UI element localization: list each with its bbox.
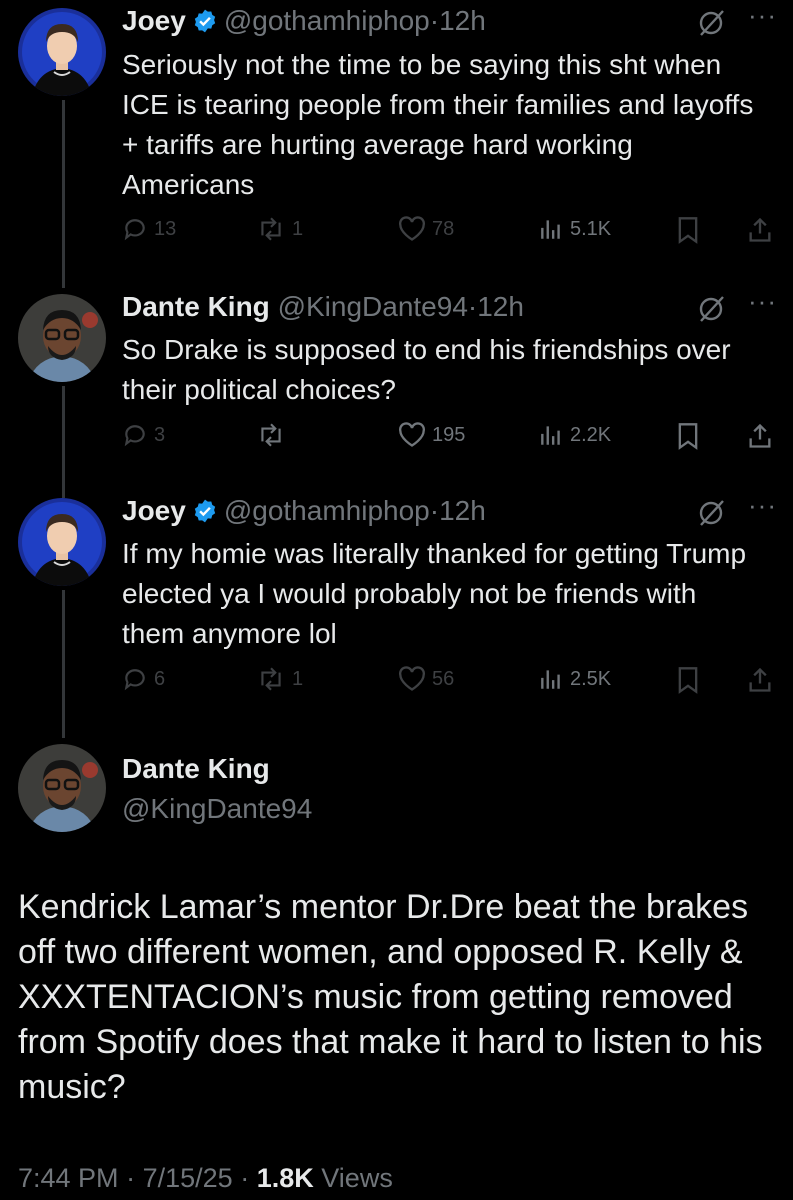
repost-icon — [261, 667, 281, 691]
thread-line — [62, 386, 65, 498]
tweet-header: Joey @gothamhiphop·12h — [122, 4, 486, 42]
like-count: 195 — [432, 423, 466, 446]
repost-icon — [261, 217, 281, 241]
main-author-name[interactable]: Dante King — [122, 753, 270, 785]
action-bar: 13 1 78 5.1K — [122, 216, 782, 252]
avatar-dante-king[interactable] — [18, 744, 106, 832]
author-handle[interactable]: @gothamhiphop — [224, 495, 430, 526]
post-time[interactable]: 12h — [439, 495, 486, 526]
views-icon — [541, 670, 560, 689]
share-icon — [749, 217, 771, 242]
more-icon[interactable]: ··· — [748, 286, 777, 317]
views-count: 2.2K — [570, 423, 612, 446]
tweet-text: If my homie was literally thanked for ge… — [122, 538, 747, 649]
views-button[interactable]: 5.1K — [538, 216, 611, 242]
views-count: 2.5K — [570, 667, 612, 690]
reply-button[interactable]: 6 — [122, 666, 165, 692]
reply-icon — [124, 425, 145, 447]
verified-badge-icon — [192, 498, 218, 532]
post-time[interactable]: 12h — [477, 291, 524, 322]
like-button[interactable]: 78 — [398, 216, 454, 242]
like-icon — [399, 666, 425, 691]
author-name[interactable]: Dante King — [122, 291, 270, 322]
verified-badge-icon — [192, 8, 218, 42]
main-tweet-text: Kendrick Lamar’s mentor Dr.Dre beat the … — [18, 888, 763, 1106]
thread-line — [62, 590, 65, 738]
tweet-text: Seriously not the time to be saying this… — [122, 49, 754, 200]
views-count: 5.1K — [570, 217, 612, 240]
reply-icon — [124, 219, 145, 241]
like-icon — [399, 422, 425, 447]
action-bar: 3 195 2.2K — [122, 422, 782, 458]
bookmark-button[interactable] — [676, 216, 700, 244]
avatar-dante-king[interactable] — [18, 294, 106, 382]
separator-dot: · — [429, 5, 440, 36]
author-name[interactable]: Joey — [122, 495, 186, 526]
separator-dot: · — [429, 495, 440, 526]
reply-count: 13 — [154, 217, 177, 240]
separator-dot: · — [467, 291, 478, 322]
like-icon — [399, 216, 425, 241]
views-total: 1.8K — [256, 1163, 314, 1193]
share-button[interactable] — [746, 422, 774, 450]
tweet-text: So Drake is supposed to end his friendsh… — [122, 334, 731, 405]
post-date[interactable]: 7/15/25 — [143, 1163, 233, 1193]
like-count: 78 — [432, 217, 455, 240]
tweet-header: Dante King @KingDante94·12h — [122, 290, 524, 324]
share-button[interactable] — [746, 666, 774, 694]
grok-icon[interactable] — [696, 498, 726, 533]
more-icon[interactable]: ··· — [748, 0, 777, 31]
like-button[interactable]: 195 — [398, 422, 465, 448]
repost-count: 1 — [292, 667, 304, 690]
bookmark-icon — [678, 217, 698, 244]
share-button[interactable] — [746, 216, 774, 244]
action-bar: 6 1 56 2.5K — [122, 666, 782, 702]
post-meta: 7:44 PM · 7/15/25 · 1.8K Views — [18, 1163, 393, 1194]
repost-button[interactable]: 1 — [256, 666, 303, 692]
reply-count: 3 — [154, 423, 166, 446]
reply-count: 6 — [154, 667, 166, 690]
reply-icon — [124, 669, 145, 691]
separator-dot: · — [240, 1163, 250, 1193]
author-handle[interactable]: @gothamhiphop — [224, 5, 430, 36]
post-time[interactable]: 7:44 PM — [18, 1163, 119, 1193]
reply-button[interactable]: 13 — [122, 216, 176, 242]
repost-button[interactable] — [256, 422, 286, 448]
bookmark-icon — [678, 423, 698, 450]
like-count: 56 — [432, 667, 455, 690]
views-icon — [541, 426, 560, 445]
grok-icon[interactable] — [696, 294, 726, 329]
main-author-handle[interactable]: @KingDante94 — [122, 793, 312, 825]
views-button[interactable]: 2.2K — [538, 422, 611, 448]
bookmark-button[interactable] — [676, 666, 700, 694]
repost-button[interactable]: 1 — [256, 216, 303, 242]
avatar-joey[interactable] — [18, 498, 106, 586]
reply-button[interactable]: 3 — [122, 422, 165, 448]
tweet-header: Joey @gothamhiphop·12h — [122, 494, 486, 532]
like-button[interactable]: 56 — [398, 666, 454, 692]
author-handle[interactable]: @KingDante94 — [278, 291, 468, 322]
thread-line — [62, 100, 65, 288]
repost-icon — [261, 423, 281, 447]
post-time[interactable]: 12h — [439, 5, 486, 36]
avatar-joey[interactable] — [18, 8, 106, 96]
more-icon[interactable]: ··· — [748, 490, 777, 521]
share-icon — [749, 667, 771, 692]
bookmark-icon — [678, 667, 698, 694]
repost-count: 1 — [292, 217, 304, 240]
views-icon — [541, 220, 560, 239]
author-name[interactable]: Joey — [122, 5, 186, 36]
views-label: Views — [321, 1163, 393, 1193]
separator-dot: · — [126, 1163, 136, 1193]
grok-icon[interactable] — [696, 8, 726, 43]
bookmark-button[interactable] — [676, 422, 700, 450]
views-button[interactable]: 2.5K — [538, 666, 611, 692]
share-icon — [749, 423, 771, 448]
